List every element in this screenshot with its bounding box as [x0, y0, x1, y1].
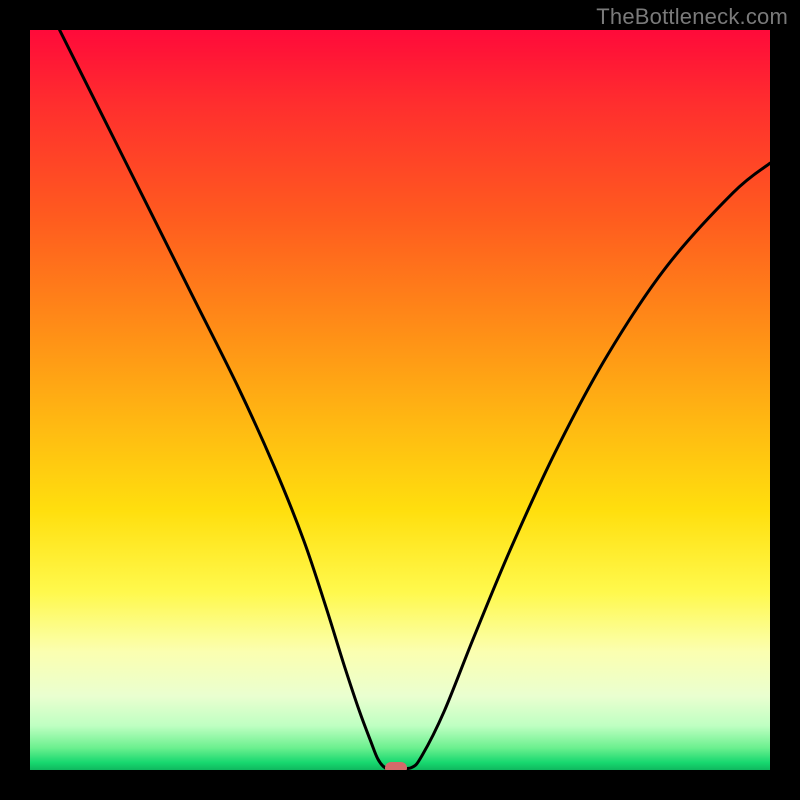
curve-svg — [30, 30, 770, 770]
chart-frame: TheBottleneck.com — [0, 0, 800, 800]
bottleneck-curve — [60, 30, 770, 769]
minimum-marker — [385, 762, 407, 770]
plot-area — [30, 30, 770, 770]
watermark-text: TheBottleneck.com — [596, 4, 788, 30]
